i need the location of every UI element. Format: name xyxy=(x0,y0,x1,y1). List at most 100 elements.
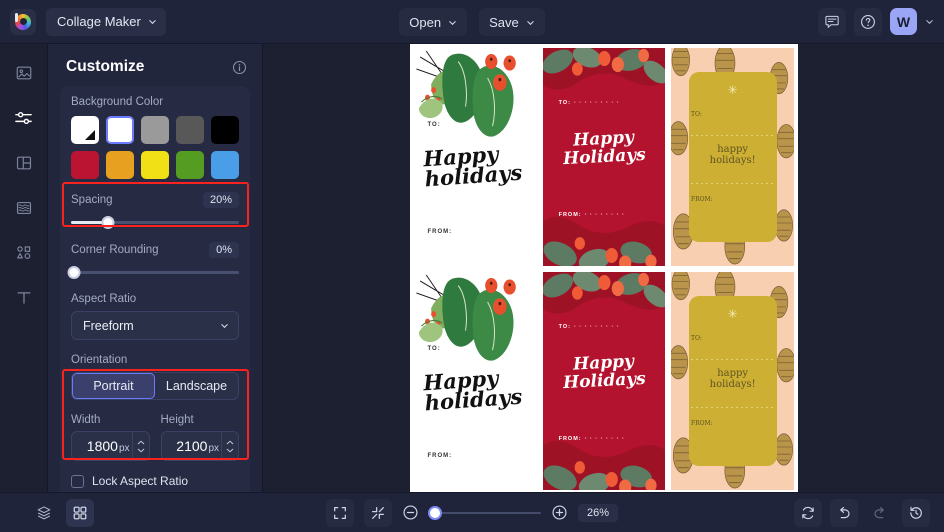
chevron-down-icon[interactable] xyxy=(226,448,234,453)
cell-from-label: FROM: · · · · · · · · xyxy=(558,211,625,218)
cell-from-label: FROM: xyxy=(427,228,453,235)
corner-rounding-slider-thumb[interactable] xyxy=(67,265,81,279)
collage-cell[interactable]: TO: Happy holidays FROM: xyxy=(414,48,537,266)
swatch-black[interactable] xyxy=(211,116,239,144)
cell-from-label: FROM: xyxy=(427,452,453,459)
collage-sheet[interactable]: TO: Happy holidays FROM: TO: · · · · · ·… xyxy=(410,44,798,492)
cell-title: Happy holidays xyxy=(422,365,523,416)
avatar[interactable]: W xyxy=(890,8,917,35)
help-button[interactable] xyxy=(854,7,882,36)
swatch-dark-gray[interactable] xyxy=(176,116,204,144)
color-wheel-logo-icon[interactable] xyxy=(10,8,36,35)
cell-title: Happy Holidays xyxy=(562,351,647,393)
chevron-down-icon[interactable] xyxy=(137,448,145,453)
swatch-orange[interactable] xyxy=(106,151,134,179)
height-unit: px xyxy=(208,443,219,454)
swatch-yellow[interactable] xyxy=(141,151,169,179)
redo-arrow-icon xyxy=(874,506,884,518)
cell-to-label: TO: · · · · · · · · · xyxy=(558,324,620,331)
open-button[interactable]: Open xyxy=(399,8,468,36)
texture-layers-icon xyxy=(16,202,31,214)
reset-button[interactable] xyxy=(794,498,822,527)
corner-rounding-slider-track xyxy=(71,271,239,274)
app-menu-collage-maker[interactable]: Collage Maker xyxy=(46,7,166,36)
tool-rail xyxy=(0,44,48,492)
swatch-blue[interactable] xyxy=(211,151,239,179)
layers-button[interactable] xyxy=(30,499,58,527)
sidebar-item-layouts[interactable] xyxy=(9,148,39,178)
height-value: 2100 xyxy=(176,438,208,454)
zoom-slider[interactable] xyxy=(428,505,541,520)
corner-rounding-slider[interactable] xyxy=(67,265,239,279)
width-stepper-arrows[interactable] xyxy=(131,432,149,460)
orientation-landscape[interactable]: Landscape xyxy=(155,373,238,399)
zoom-slider-thumb[interactable] xyxy=(428,505,442,520)
corner-rounding-label: Corner Rounding xyxy=(71,244,159,256)
width-unit: px xyxy=(118,443,130,454)
aspect-ratio-select[interactable]: Freeform xyxy=(71,311,239,340)
sidebar-item-graphics[interactable] xyxy=(9,238,39,268)
history-button[interactable] xyxy=(902,498,930,527)
bottom-bar-left xyxy=(14,498,94,527)
chevron-down-icon xyxy=(449,20,456,25)
zoom-level-value[interactable]: 26% xyxy=(578,503,618,522)
cell-from-label: FROM: · · · · · · · · xyxy=(558,435,625,442)
corner-rounding-control: Corner Rounding 0% xyxy=(67,242,239,279)
undo-button[interactable] xyxy=(830,498,858,527)
collage-cell[interactable]: ✳ TO: happy holidays! FROM: xyxy=(671,48,794,266)
app-body: Customize Background Color Spacing 20% C… xyxy=(0,44,944,492)
lock-aspect-ratio-row[interactable]: Lock Aspect Ratio xyxy=(71,474,239,488)
corner-rounding-value: 0% xyxy=(209,242,239,258)
spacing-slider[interactable] xyxy=(71,215,239,229)
collage-cell[interactable]: TO: Happy holidays FROM: xyxy=(414,272,537,490)
sidebar-item-textures[interactable] xyxy=(9,193,39,223)
save-label: Save xyxy=(489,14,519,30)
height-input[interactable]: 2100 px xyxy=(162,438,222,454)
width-field: Width 1800 px xyxy=(71,414,150,461)
feedback-button[interactable] xyxy=(818,7,846,36)
chevron-down-icon[interactable] xyxy=(925,17,934,26)
aspect-ratio-value: Freeform xyxy=(83,318,134,333)
save-button[interactable]: Save xyxy=(479,8,545,36)
cell-to-label: TO: xyxy=(690,335,702,343)
info-circle-icon[interactable] xyxy=(232,60,247,75)
fit-to-screen-icon xyxy=(334,506,346,519)
lock-aspect-ratio-checkbox[interactable] xyxy=(71,474,84,488)
swatch-light-gray[interactable] xyxy=(141,116,169,144)
spacing-slider-thumb[interactable] xyxy=(101,215,115,229)
redo-button[interactable] xyxy=(866,499,894,527)
collage-cell[interactable]: TO: · · · · · · · · · Happy Holidays FROM… xyxy=(542,48,666,266)
orientation-segmented-control: Portrait Landscape xyxy=(71,372,239,400)
zoom-in-button[interactable] xyxy=(551,504,568,521)
sidebar-item-customize[interactable] xyxy=(9,103,39,133)
sidebar-item-images[interactable] xyxy=(9,58,39,88)
collage-cell[interactable]: TO: · · · · · · · · · Happy Holidays FROM… xyxy=(542,272,666,490)
lock-aspect-ratio-label: Lock Aspect Ratio xyxy=(92,474,189,488)
page-title: Customize xyxy=(66,58,145,75)
shrink-button[interactable] xyxy=(364,498,392,527)
collage-cell[interactable]: ✳ TO: happy holidays! FROM: xyxy=(671,272,794,490)
width-stepper[interactable]: 1800 px xyxy=(71,431,150,461)
orientation-portrait[interactable]: Portrait xyxy=(72,373,155,399)
sliders-icon xyxy=(15,111,32,124)
swatch-transparent[interactable] xyxy=(71,116,99,144)
height-stepper-arrows[interactable] xyxy=(221,432,238,460)
text-t-icon xyxy=(17,292,30,304)
grid-view-button[interactable] xyxy=(66,498,94,527)
layers-icon xyxy=(37,505,51,519)
zoom-out-button[interactable] xyxy=(402,504,419,521)
swatch-white[interactable] xyxy=(106,116,134,144)
swatch-green[interactable] xyxy=(176,151,204,179)
fit-to-screen-button[interactable] xyxy=(326,498,354,527)
height-stepper[interactable]: 2100 px xyxy=(160,431,239,461)
width-input[interactable]: 1800 px xyxy=(72,438,132,454)
chevron-up-icon[interactable] xyxy=(226,440,234,445)
swatch-crimson[interactable] xyxy=(71,151,99,179)
width-value: 1800 xyxy=(86,438,118,454)
panel-header: Customize xyxy=(48,44,262,86)
chevron-up-icon[interactable] xyxy=(137,440,145,445)
canvas-stage[interactable]: TO: Happy holidays FROM: TO: · · · · · ·… xyxy=(263,44,944,492)
sidebar-item-text[interactable] xyxy=(9,283,39,313)
orientation-label: Orientation xyxy=(71,354,128,366)
cell-title: happy holidays! xyxy=(709,143,756,167)
